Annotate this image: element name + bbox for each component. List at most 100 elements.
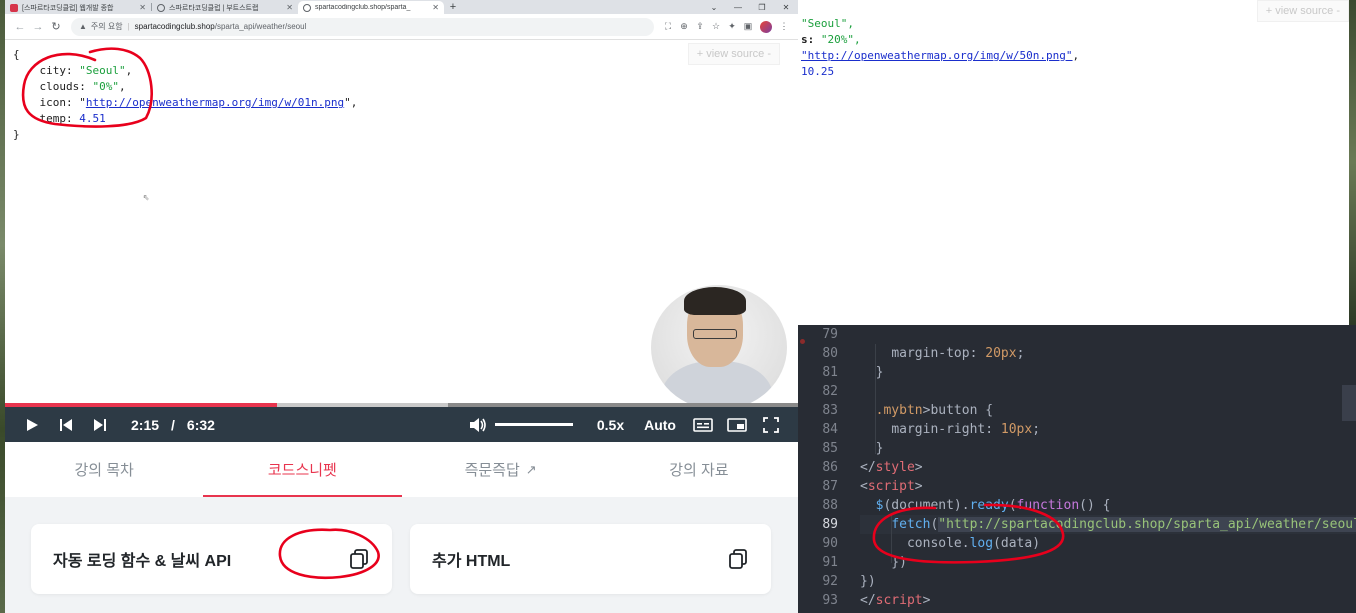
code-line-current: fetch("http://spartacodingclub.shop/spar…	[860, 515, 1356, 534]
close-tab-icon[interactable]: ✕	[432, 3, 439, 12]
view-source-toggle[interactable]: + view source -	[1256, 0, 1349, 22]
side-panel-icon[interactable]: ▣	[740, 21, 756, 32]
close-window-icon[interactable]: ✕	[774, 3, 798, 12]
json-line: "http://openweathermap.org/img/w/50n.png…	[798, 48, 1349, 64]
volume-icon[interactable]	[465, 412, 491, 438]
code-area[interactable]: margin-top: 20px; } .mybtn>button { marg…	[860, 325, 1356, 613]
next-icon[interactable]	[87, 412, 113, 438]
json-field-icon: icon: "http://openweathermap.org/img/w/0…	[39, 96, 358, 109]
result-browser-json: + view source - "Seoul", s: "20%", "http:/…	[798, 0, 1349, 325]
previous-icon[interactable]	[53, 412, 79, 438]
indent-guide	[875, 344, 876, 454]
editor-scrollbar[interactable]	[1342, 385, 1356, 421]
minimize-icon[interactable]: —	[726, 3, 750, 12]
view-source-toggle[interactable]: + view source -	[687, 43, 780, 65]
indent-guide	[891, 515, 892, 563]
url-divider: |	[127, 22, 130, 31]
code-line: })	[860, 574, 876, 589]
code-line: }	[860, 365, 884, 380]
copy-icon[interactable]	[727, 548, 749, 570]
copy-icon[interactable]	[348, 548, 370, 570]
lecture-window: [스파르타코딩클럽] 웹개발 종합 ✕ 스파르타코딩클럽 | 부트스트랩 ✕ s…	[0, 0, 798, 613]
instructor-hair	[684, 287, 746, 315]
browser-tab-title: spartacodingclub.shop/sparta_	[315, 4, 411, 11]
snippet-card-weather-api[interactable]: 자동 로딩 함수 & 날씨 API	[31, 524, 392, 594]
captions-icon[interactable]	[690, 412, 716, 438]
line-number: 84	[822, 422, 838, 437]
fullscreen-icon[interactable]	[758, 412, 784, 438]
picture-in-picture-icon[interactable]	[724, 412, 750, 438]
json-value[interactable]: http://openweathermap.org/img/w/01n.png	[86, 96, 344, 109]
lecture-tab-bar: 강의 목차 코드스니펫 즉문즉답 ↗ 강의 자료	[5, 442, 798, 497]
menu-kebab-icon[interactable]: ⋮	[776, 21, 792, 32]
lecture-tab-4[interactable]: 강의 자료	[600, 442, 798, 497]
current-time: 2:15	[131, 416, 160, 433]
snippet-label: 추가 HTML	[432, 553, 511, 570]
volume-slider[interactable]	[494, 423, 573, 426]
line-number: 86	[822, 460, 838, 475]
globe-icon	[157, 3, 165, 12]
json-field-temp: temp: 4.51	[39, 112, 106, 125]
window-controls: ⌄ — ❐ ✕	[702, 3, 798, 12]
url-input[interactable]: ▲ 주의 요함 | spartacodingclub.shop/sparta_a…	[71, 17, 654, 36]
url-host: spartacodingclub.shop	[134, 22, 215, 31]
lecture-tab-3[interactable]: 즉문즉답 ↗	[402, 442, 600, 497]
json-punct: ,	[1072, 49, 1080, 62]
line-number: 85	[822, 441, 838, 456]
json-value: 4.51	[79, 112, 106, 125]
profile-avatar[interactable]	[760, 20, 772, 33]
back-icon[interactable]: ←	[11, 21, 29, 33]
lecture-tab-label: 강의 자료	[669, 462, 729, 479]
browser-tab-2[interactable]: 스파르타코딩클럽 | 부트스트랩 ✕	[152, 1, 298, 14]
globe-icon	[303, 3, 311, 12]
code-editor[interactable]: 79808182838485868788899091929394 margin-…	[798, 325, 1356, 613]
forward-icon[interactable]: →	[29, 21, 47, 33]
browser-tab-strip: [스파르타코딩클럽] 웹개발 종합 ✕ 스파르타코딩클럽 | 부트스트랩 ✕ s…	[5, 0, 798, 14]
line-number: 92	[822, 574, 838, 589]
maximize-icon[interactable]: ❐	[750, 3, 774, 12]
zoom-icon[interactable]: ⊕	[676, 21, 692, 32]
snippet-card-extra-html[interactable]: 추가 HTML	[410, 524, 771, 594]
desktop-edge	[1349, 0, 1356, 325]
code-line: .mybtn>button {	[875, 403, 994, 418]
browser-tab-3[interactable]: spartacodingclub.shop/sparta_ ✕	[298, 1, 444, 14]
json-lines: "Seoul", s: "20%", "http://openweathermap.…	[798, 16, 1349, 80]
time-separator: /	[171, 416, 175, 433]
line-number: 83	[822, 403, 838, 418]
bookmark-star-icon[interactable]: ☆	[708, 21, 724, 32]
line-number: 87	[822, 479, 838, 494]
quality-selector[interactable]: Auto	[644, 417, 676, 433]
browser-tab-1[interactable]: [스파르타코딩클럽] 웹개발 종합 ✕	[5, 1, 151, 14]
playback-speed[interactable]: 0.5x	[597, 417, 624, 433]
json-value: "Seoul"	[79, 64, 126, 77]
line-number: 91	[822, 555, 838, 570]
share-icon[interactable]: ⇪	[692, 21, 708, 32]
video-controls: 2:15 / 6:32 0.5x Auto	[5, 407, 798, 442]
json-value[interactable]: "http://openweathermap.org/img/w/50n.png…	[801, 49, 1073, 62]
json-key-fragment: s:	[801, 33, 821, 46]
reload-icon[interactable]: ↻	[47, 20, 65, 33]
duration: 6:32	[186, 416, 215, 433]
play-icon[interactable]	[19, 412, 45, 438]
address-bar-row: ← → ↻ ▲ 주의 요함 | spartacodingclub.shop/sp…	[5, 14, 798, 40]
json-key: temp	[39, 112, 67, 125]
new-tab-icon[interactable]: +	[444, 1, 462, 13]
translate-icon[interactable]: ⛶	[660, 21, 676, 32]
close-tab-icon[interactable]: ✕	[286, 3, 293, 12]
line-number: 93	[822, 593, 838, 608]
chevron-down-icon[interactable]: ⌄	[702, 3, 726, 12]
line-number-gutter: 79808182838485868788899091929394	[798, 325, 838, 613]
snippet-label: 자동 로딩 함수 & 날씨 API	[53, 553, 232, 570]
json-value: 10.25	[801, 65, 835, 78]
close-tab-icon[interactable]: ✕	[139, 3, 146, 12]
lecture-tab-1[interactable]: 강의 목차	[5, 442, 203, 497]
browser-tab-title: 스파르타코딩클럽 | 부트스트랩	[169, 4, 259, 12]
code-line: </style>	[860, 460, 923, 475]
lecture-tab-2[interactable]: 코드스니펫	[203, 442, 402, 497]
code-line: margin-top: 20px;	[891, 346, 1025, 361]
line-number: 81	[822, 365, 838, 380]
extensions-puzzle-icon[interactable]: ✦	[724, 21, 740, 32]
mouse-cursor-icon: ⇖	[143, 190, 150, 203]
